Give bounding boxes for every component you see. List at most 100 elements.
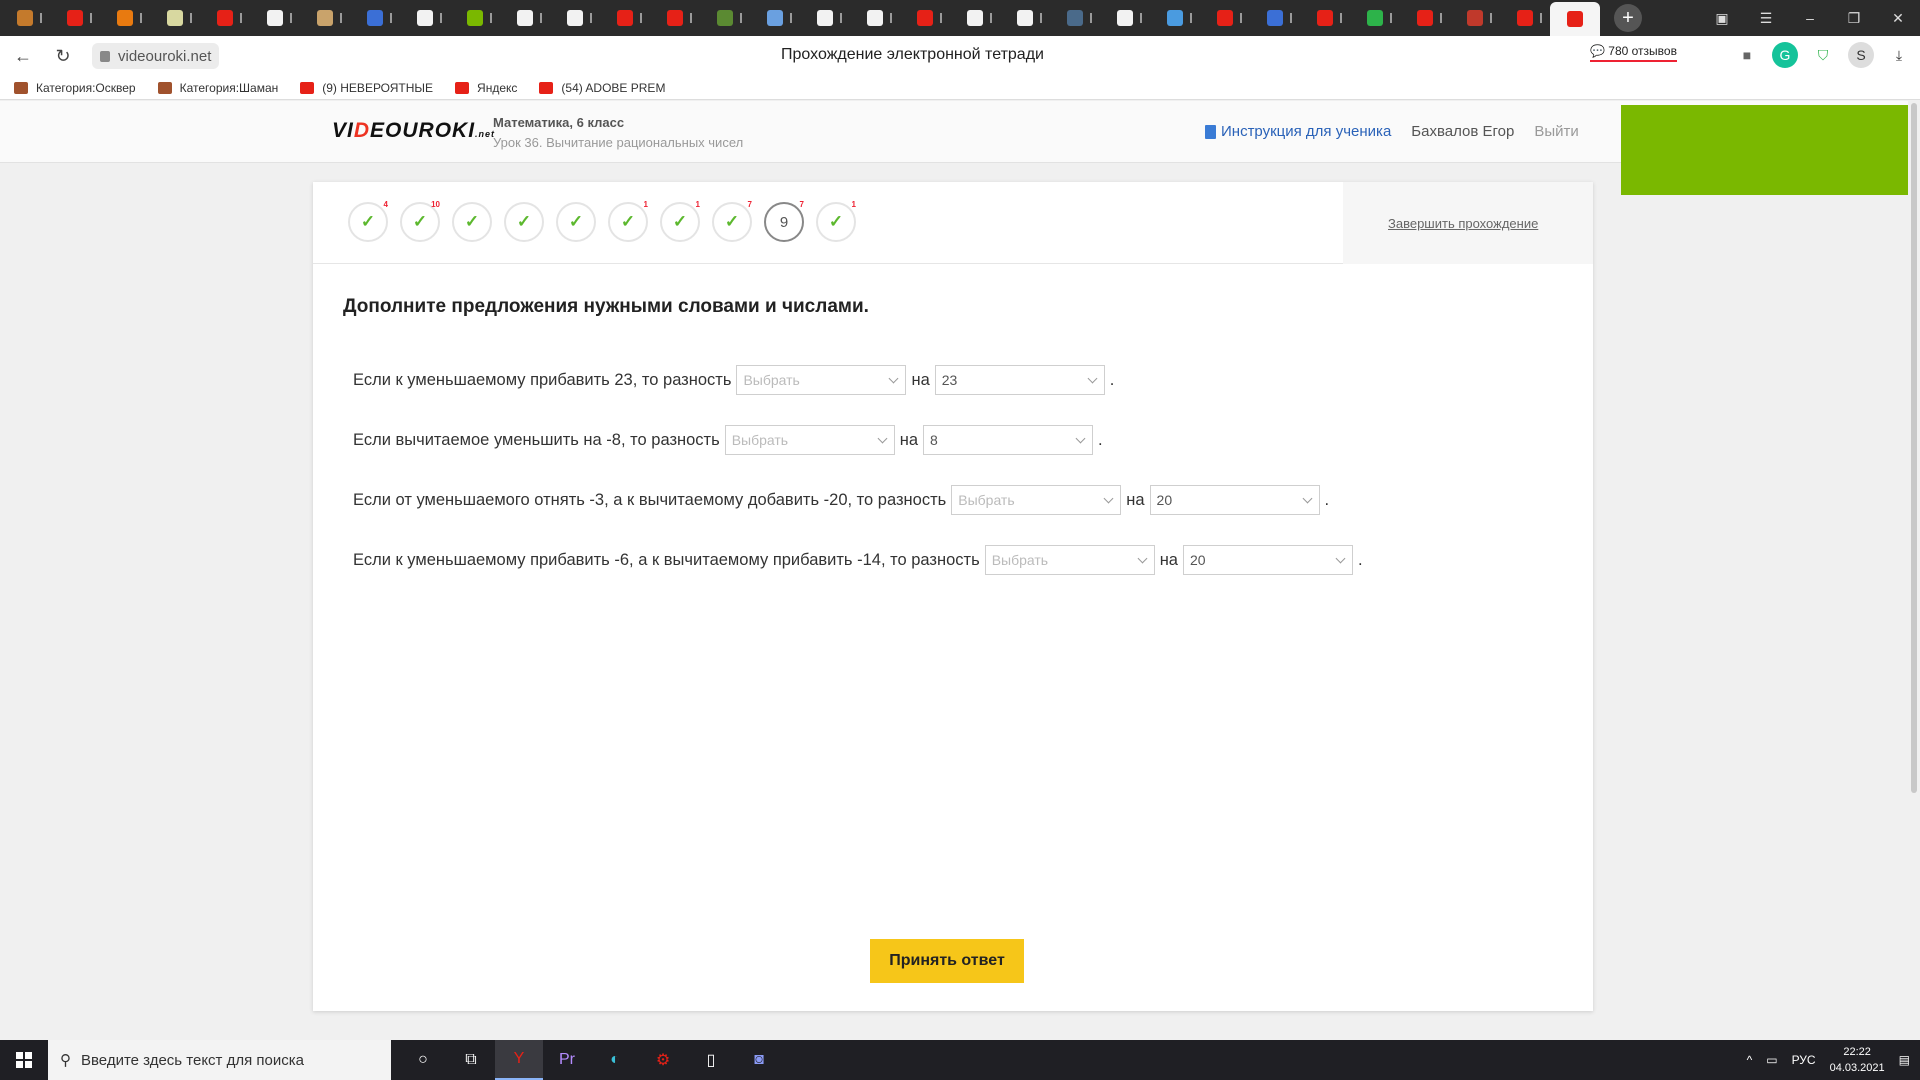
chevron-up-icon[interactable]: ^	[1747, 1053, 1753, 1067]
attempts-badge: 1	[851, 200, 856, 209]
taskbar-search[interactable]: ⚲ Введите здесь текст для поиска	[48, 1040, 391, 1080]
back-button[interactable]: ←	[6, 39, 40, 73]
task-step-10[interactable]: ✓ 1	[816, 200, 856, 242]
shield-icon[interactable]: ⛉	[1810, 42, 1836, 68]
reviews-badge[interactable]: 💬 780 отзывов	[1590, 44, 1677, 62]
task-step-2[interactable]: ✓ 10	[400, 200, 440, 242]
menu-icon[interactable]: ☰	[1744, 0, 1788, 36]
network-icon[interactable]: ▭	[1766, 1053, 1777, 1067]
browser-tab[interactable]	[1300, 0, 1350, 36]
browser-tab[interactable]	[1000, 0, 1050, 36]
browser-tab[interactable]	[1350, 0, 1400, 36]
task-step-4[interactable]: ✓	[504, 202, 544, 242]
task-step-8[interactable]: ✓ 7	[712, 200, 752, 242]
browser-tab[interactable]	[1150, 0, 1200, 36]
task-step-1[interactable]: ✓ 4	[348, 200, 388, 242]
change-select[interactable]: Выбрать	[736, 365, 907, 395]
submit-answer-button[interactable]: Принять ответ	[870, 939, 1024, 983]
browser-tab[interactable]	[50, 0, 100, 36]
logout-link[interactable]: Выйти	[1534, 123, 1578, 140]
browser-tab[interactable]	[500, 0, 550, 36]
browser-tab[interactable]	[1250, 0, 1300, 36]
notifications-icon[interactable]: ▤	[1899, 1053, 1910, 1067]
url-field[interactable]: videouroki.net	[92, 43, 220, 69]
reload-button[interactable]: ↻	[46, 39, 80, 73]
minimize-button[interactable]: –	[1788, 0, 1832, 36]
change-select[interactable]: Выбрать	[951, 485, 1122, 515]
browser-tab[interactable]	[800, 0, 850, 36]
task-step-6[interactable]: ✓ 1	[608, 200, 648, 242]
amount-select[interactable]: 20	[1149, 485, 1320, 515]
videouroki-logo[interactable]: VIDEOUROKI.net	[332, 119, 495, 143]
ad-banner[interactable]	[1621, 105, 1920, 195]
browser-tab[interactable]	[200, 0, 250, 36]
file-icon[interactable]: ▯	[687, 1040, 735, 1080]
amount-select[interactable]: 8	[923, 425, 1093, 455]
browser-tab[interactable]	[950, 0, 1000, 36]
browser-tab[interactable]	[1400, 0, 1450, 36]
amount-select[interactable]: 20	[1182, 545, 1353, 575]
edge-icon[interactable]: ◐	[591, 1040, 639, 1080]
new-tab-button[interactable]: +	[1614, 4, 1642, 32]
task-step-9[interactable]: 97	[764, 200, 804, 242]
cortana-icon[interactable]: ○	[399, 1040, 447, 1080]
tab-separator	[1290, 13, 1292, 23]
browser-tab[interactable]	[900, 0, 950, 36]
bookmark-item[interactable]: Категория:Осквер	[14, 81, 136, 95]
change-select[interactable]: Выбрать	[724, 425, 895, 455]
bookmark-item[interactable]: Категория:Шаман	[157, 81, 278, 95]
clock[interactable]: 22:22 04.03.2021	[1830, 1044, 1885, 1076]
user-name[interactable]: Бахвалов Егор	[1411, 123, 1514, 140]
browser-tab[interactable]	[850, 0, 900, 36]
scrollbar-thumb[interactable]	[1911, 103, 1917, 793]
grammarly-icon[interactable]: G	[1772, 42, 1798, 68]
change-select[interactable]: Выбрать	[984, 545, 1155, 575]
browser-tab[interactable]	[700, 0, 750, 36]
profile-icon[interactable]: S	[1848, 42, 1874, 68]
game-icon[interactable]: ⚙	[639, 1040, 687, 1080]
browser-tab[interactable]	[100, 0, 150, 36]
browser-tab[interactable]	[450, 0, 500, 36]
browser-tab[interactable]	[550, 0, 600, 36]
yandex-browser-icon[interactable]: Y	[495, 1040, 543, 1080]
finish-link[interactable]: Завершить прохождение	[1388, 216, 1538, 231]
amount-select[interactable]: 23	[934, 365, 1105, 395]
task-view-icon[interactable]: ⧉	[447, 1040, 495, 1080]
close-button[interactable]: ✕	[1876, 0, 1920, 36]
chevron-down-icon	[1302, 493, 1312, 504]
page-scrollbar[interactable]	[1908, 101, 1920, 1039]
browser-tab[interactable]	[150, 0, 200, 36]
restore-button[interactable]: ❐	[1832, 0, 1876, 36]
task-step-7[interactable]: ✓ 1	[660, 200, 700, 242]
browser-tab[interactable]	[1500, 0, 1550, 36]
tab-separator	[40, 13, 42, 23]
bookmark-icon[interactable]: ■	[1734, 42, 1760, 68]
premiere-icon[interactable]: Pr	[543, 1040, 591, 1080]
browser-tab[interactable]	[750, 0, 800, 36]
browser-tab[interactable]	[250, 0, 300, 36]
browser-tab[interactable]	[1050, 0, 1100, 36]
subject-title: Математика, 6 класс	[493, 115, 625, 130]
bookmark-item[interactable]: (54) ADOBE PREM	[539, 81, 665, 95]
task-step-5[interactable]: ✓	[556, 202, 596, 242]
browser-tab[interactable]	[1450, 0, 1500, 36]
browser-tab[interactable]	[1550, 2, 1600, 36]
instruction-link[interactable]: Инструкция для ученика	[1205, 123, 1391, 140]
browser-tab[interactable]	[350, 0, 400, 36]
browser-tab[interactable]	[400, 0, 450, 36]
task-step-3[interactable]: ✓	[452, 202, 492, 242]
language-indicator[interactable]: РУС	[1792, 1053, 1816, 1067]
browser-tab[interactable]	[300, 0, 350, 36]
browser-tab[interactable]	[650, 0, 700, 36]
download-icon[interactable]: ⤓	[1886, 42, 1912, 68]
tab-separator	[1190, 13, 1192, 23]
browser-tab[interactable]	[0, 0, 50, 36]
browser-tab[interactable]	[1100, 0, 1150, 36]
tabs-menu-icon[interactable]: ▣	[1700, 0, 1744, 36]
discord-icon[interactable]: ◙	[735, 1040, 783, 1080]
bookmark-item[interactable]: (9) НЕВЕРОЯТНЫЕ	[300, 81, 433, 95]
browser-tab[interactable]	[600, 0, 650, 36]
browser-tab[interactable]	[1200, 0, 1250, 36]
bookmark-item[interactable]: Яндекс	[455, 81, 517, 95]
start-button[interactable]	[0, 1040, 48, 1080]
